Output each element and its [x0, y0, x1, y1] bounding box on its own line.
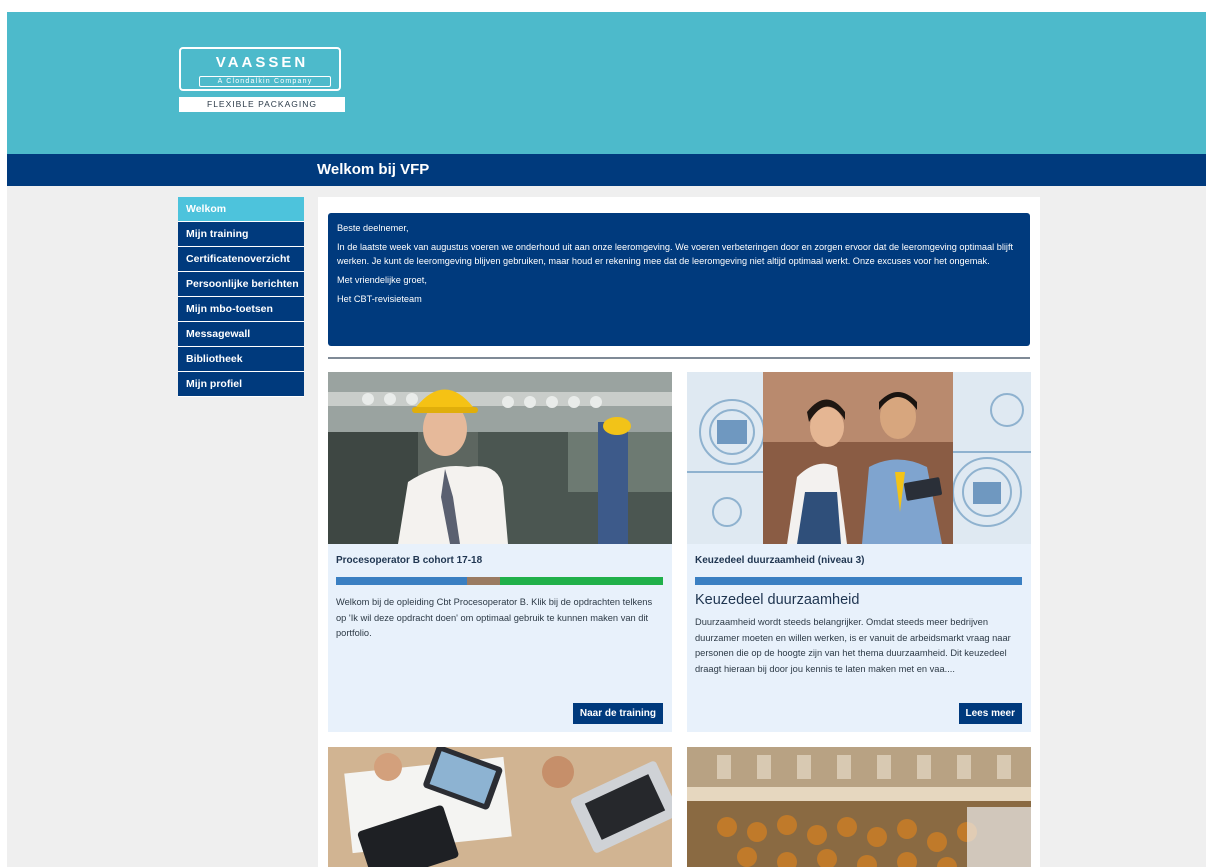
progress-bar: [336, 577, 663, 585]
sidebar-item-mijn-profiel[interactable]: Mijn profiel: [178, 372, 304, 397]
sidebar-item-welkom[interactable]: Welkom: [178, 197, 304, 222]
notice-signature: Het CBT-revisieteam: [337, 294, 422, 304]
progress-segment-blue: [336, 577, 467, 585]
course-description: Duurzaamheid wordt steeds belangrijker. …: [695, 617, 1011, 674]
header-banner: VAASSEN A Clondalkin Company FLEXIBLE PA…: [7, 12, 1206, 154]
naar-de-training-button[interactable]: Naar de training: [572, 703, 663, 724]
sidebar-item-certificatenoverzicht[interactable]: Certificatenoverzicht: [178, 247, 304, 272]
title-bar: Welkom bij VFP: [7, 154, 1206, 186]
course-title[interactable]: Keuzedeel duurzaamheid (niveau 3): [695, 555, 865, 566]
page-title: Welkom bij VFP: [317, 161, 430, 178]
notice-closing: Met vriendelijke groet,: [337, 275, 427, 285]
course-card-procesoperator: Procesoperator B cohort 17-18 Welkom bij…: [328, 372, 672, 732]
main-content: Beste deelnemer, In de laatste week van …: [318, 197, 1040, 867]
logo-name: VAASSEN: [215, 54, 309, 71]
company-logo[interactable]: VAASSEN A Clondalkin Company FLEXIBLE PA…: [179, 47, 349, 119]
sidebar-item-bibliotheek[interactable]: Bibliotheek: [178, 347, 304, 372]
sidebar-item-persoonlijke-berichten[interactable]: Persoonlijke berichten: [178, 272, 304, 297]
logo-subline: A Clondalkin Company: [199, 76, 331, 87]
course-title[interactable]: Procesoperator B cohort 17-18: [336, 555, 482, 566]
course-image-duurzaamheid[interactable]: [687, 372, 1031, 544]
notice-body: In de laatste week van augustus voeren w…: [337, 242, 1014, 266]
course-heading: Keuzedeel duurzaamheid: [695, 592, 860, 608]
sidebar-item-messagewall[interactable]: Messagewall: [178, 322, 304, 347]
course-description: Welkom bij de opleiding Cbt Procesoperat…: [336, 597, 653, 638]
progress-segment-brown: [467, 577, 500, 585]
logo-band: FLEXIBLE PACKAGING: [179, 97, 345, 112]
progress-segment-green: [500, 577, 663, 585]
progress-bar: [695, 577, 1022, 585]
course-card-image-production[interactable]: [687, 747, 1031, 867]
maintenance-notice: Beste deelnemer, In de laatste week van …: [328, 213, 1030, 346]
divider: [328, 357, 1030, 359]
course-image-operator[interactable]: [328, 372, 672, 544]
logo-frame: VAASSEN A Clondalkin Company: [179, 47, 341, 91]
lees-meer-button[interactable]: Lees meer: [958, 703, 1022, 724]
sidebar-nav: Welkom Mijn training Certificatenoverzic…: [178, 197, 304, 397]
sidebar-item-mijn-training[interactable]: Mijn training: [178, 222, 304, 247]
page-frame: VAASSEN A Clondalkin Company FLEXIBLE PA…: [7, 12, 1206, 867]
notice-greeting: Beste deelnemer,: [337, 223, 409, 233]
course-card-duurzaamheid: Keuzedeel duurzaamheid (niveau 3) Keuzed…: [687, 372, 1031, 732]
course-card-image-laptops[interactable]: [328, 747, 672, 867]
sidebar-item-mijn-mbo-toetsen[interactable]: Mijn mbo-toetsen: [178, 297, 304, 322]
